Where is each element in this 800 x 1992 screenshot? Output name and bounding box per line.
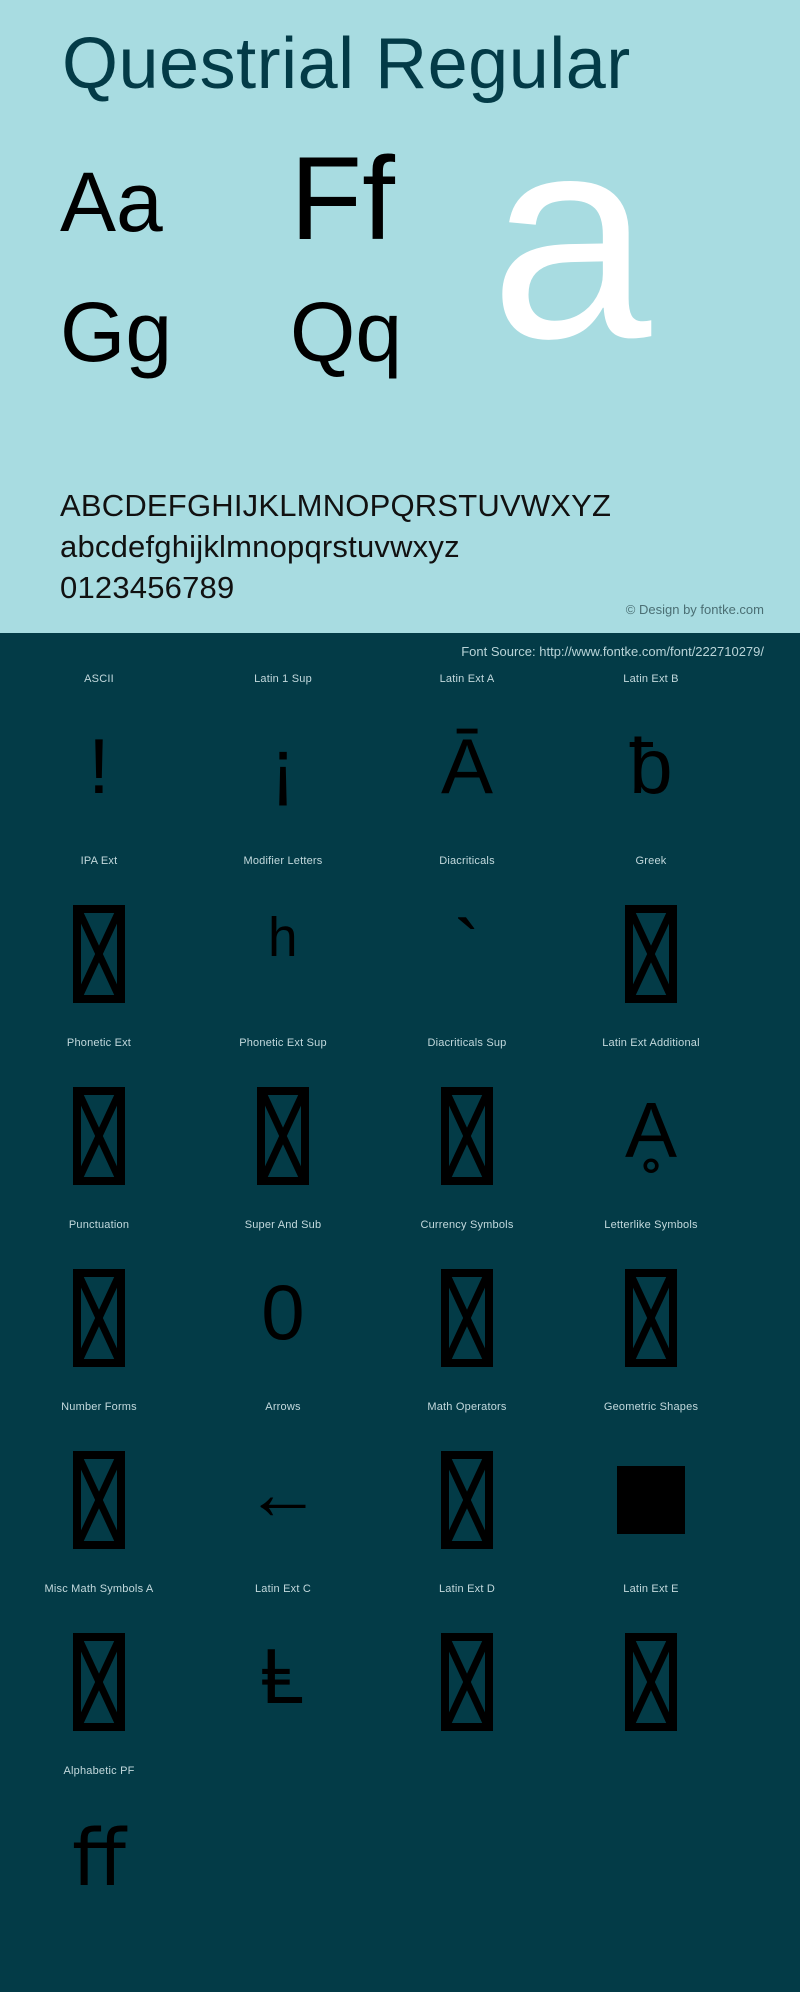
unicode-block-label: Greek <box>635 855 667 867</box>
unicode-block-cell[interactable]: Latin Ext Additional Ḁ <box>560 1037 742 1219</box>
unicode-block-label: Phonetic Ext Sup <box>239 1037 327 1049</box>
unicode-block-label: Diacriticals Sup <box>427 1037 507 1049</box>
alphabet-lowercase: abcdefghijklmnopqrstuvwxyz <box>60 529 460 564</box>
missing-glyph-icon <box>376 1601 558 1751</box>
sample-glyph: Ⱡ <box>261 1632 305 1720</box>
unicode-block-row: Misc Math Symbols A Latin Ext C Ⱡ Latin Ext… <box>0 1583 800 1765</box>
unicode-block-cell[interactable]: Latin Ext E <box>560 1583 742 1765</box>
unicode-block-cell[interactable]: Geometric Shapes <box>560 1401 742 1583</box>
unicode-block-cell[interactable]: Phonetic Ext Sup <box>192 1037 374 1219</box>
showcase-letter: a <box>490 75 652 399</box>
unicode-block-label: ASCII <box>84 673 114 685</box>
sample-glyph: ﬀ <box>72 1814 126 1902</box>
unicode-block-label: Latin Ext E <box>623 1583 679 1595</box>
unicode-block-cell[interactable]: Greek <box>560 855 742 1037</box>
unicode-block-cell[interactable]: Latin 1 Sup ¡ <box>192 673 374 855</box>
missing-glyph-icon <box>376 1419 558 1569</box>
sample-glyph: ` <box>454 904 480 992</box>
unicode-block-label: Latin Ext C <box>254 1583 311 1595</box>
unicode-block-cell[interactable]: Alphabetic PF ﬀ <box>8 1765 190 1947</box>
unicode-block-cell[interactable]: ASCII! <box>8 673 190 855</box>
unicode-block-label: Diacriticals <box>439 855 495 867</box>
unicode-block-label: Misc Math Symbols A <box>44 1583 154 1595</box>
unicode-block-cell[interactable]: Latin Ext D <box>376 1583 558 1765</box>
missing-glyph-icon <box>8 873 190 1023</box>
unicode-block-cell[interactable]: Letterlike Symbols <box>560 1219 742 1401</box>
left-arrow-glyph: ← <box>245 1451 321 1536</box>
unicode-block-cell[interactable]: Diacriticals ` <box>376 855 558 1037</box>
unicode-block-cell[interactable]: Latin Ext A Ā <box>376 673 558 855</box>
digits-row: 0123456789 <box>60 570 235 605</box>
alphabet-uppercase: ABCDEFGHIJKLMNOPQRSTUVWXYZ <box>60 488 612 523</box>
missing-glyph-icon <box>376 1237 558 1387</box>
unicode-block-label: Math Operators <box>427 1401 507 1413</box>
unicode-block-label: Modifier Letters <box>243 855 323 867</box>
unicode-block-label: Geometric Shapes <box>603 1401 699 1413</box>
unicode-block-row: Phonetic Ext Phonetic Ext Sup Diacriticals… <box>0 1037 800 1219</box>
unicode-blocks-panel: Font Source: http://www.fontke.com/font/… <box>0 633 800 1992</box>
unicode-block-grid: ASCII! Latin 1 Sup ¡ Latin Ext A Ā Latin Ext … <box>0 673 800 1965</box>
unicode-block-label: Phonetic Ext <box>66 1037 132 1049</box>
unicode-block-label: Latin Ext D <box>438 1583 495 1595</box>
sample-pair-ff: Ff <box>290 133 395 265</box>
sample-pair-aa: Aa <box>60 155 163 249</box>
sample-glyph: ʰ <box>268 904 298 992</box>
unicode-block-label: Punctuation <box>68 1219 130 1231</box>
font-source-link[interactable]: Font Source: http://www.fontke.com/font/… <box>461 644 764 659</box>
sample-glyph: 0 <box>261 1268 305 1356</box>
unicode-block-cell[interactable]: Currency Symbols <box>376 1219 558 1401</box>
unicode-block-row: Alphabetic PF ﬀ <box>0 1765 800 1965</box>
unicode-block-label: Latin 1 Sup <box>254 673 312 685</box>
sample-glyph: ƀ <box>629 722 673 810</box>
sample-glyph: ¡ <box>270 722 296 810</box>
missing-glyph-icon <box>376 1055 558 1205</box>
unicode-block-cell[interactable]: Super And Sub 0 <box>192 1219 374 1401</box>
unicode-block-cell[interactable]: Math Operators <box>376 1401 558 1583</box>
missing-glyph-icon <box>560 1237 742 1387</box>
unicode-block-label: Currency Symbols <box>420 1219 514 1231</box>
missing-glyph-icon <box>8 1419 190 1569</box>
filled-square-glyph <box>560 1419 742 1569</box>
unicode-block-cell[interactable]: Arrows ← <box>192 1401 374 1583</box>
font-specimen-page: Questrial Regular Aa Ff Gg Qq a ABCDEFGH… <box>0 0 800 1992</box>
unicode-block-cell[interactable]: Misc Math Symbols A <box>8 1583 190 1765</box>
unicode-block-row: IPA Ext Modifier Letters ʰ Diacriticals ` Gre… <box>0 855 800 1037</box>
sample-glyph: Ḁ <box>624 1086 678 1174</box>
sample-pair-qq: Qq <box>290 285 403 379</box>
unicode-block-cell[interactable]: Punctuation <box>8 1219 190 1401</box>
unicode-block-label: Arrows <box>265 1401 301 1413</box>
missing-glyph-icon <box>8 1237 190 1387</box>
unicode-block-cell[interactable]: Diacriticals Sup <box>376 1037 558 1219</box>
unicode-block-cell[interactable]: Modifier Letters ʰ <box>192 855 374 1037</box>
unicode-block-cell[interactable]: Phonetic Ext <box>8 1037 190 1219</box>
missing-glyph-icon <box>192 1055 374 1205</box>
unicode-block-cell[interactable]: Number Forms <box>8 1401 190 1583</box>
unicode-block-label: Latin Ext B <box>623 673 679 685</box>
missing-glyph-icon <box>560 873 742 1023</box>
unicode-block-label: Alphabetic PF <box>63 1765 135 1777</box>
unicode-block-label: Letterlike Symbols <box>604 1219 698 1231</box>
unicode-block-label: Latin Ext Additional <box>602 1037 700 1049</box>
unicode-block-label: Latin Ext A <box>439 673 495 685</box>
unicode-block-cell[interactable]: Latin Ext B ƀ <box>560 673 742 855</box>
sample-glyph: Ā <box>440 722 494 810</box>
missing-glyph-icon <box>560 1601 742 1751</box>
unicode-block-row: Number Forms Arrows ← Math Operators Geometr… <box>0 1401 800 1583</box>
sample-glyph: ! <box>88 722 110 810</box>
unicode-block-label: IPA Ext <box>80 855 118 867</box>
unicode-block-cell[interactable]: IPA Ext <box>8 855 190 1037</box>
hero-panel: Questrial Regular Aa Ff Gg Qq a ABCDEFGH… <box>0 0 800 633</box>
missing-glyph-icon <box>8 1601 190 1751</box>
design-credit: © Design by fontke.com <box>625 602 764 617</box>
unicode-block-cell[interactable]: Latin Ext C Ⱡ <box>192 1583 374 1765</box>
missing-glyph-icon <box>8 1055 190 1205</box>
unicode-block-label: Number Forms <box>61 1401 137 1413</box>
unicode-block-row: Punctuation Super And Sub 0 Currency Symbol… <box>0 1219 800 1401</box>
sample-pair-gg: Gg <box>60 285 173 379</box>
unicode-block-label: Super And Sub <box>244 1219 322 1231</box>
unicode-block-row: ASCII! Latin 1 Sup ¡ Latin Ext A Ā Latin Ext … <box>0 673 800 855</box>
